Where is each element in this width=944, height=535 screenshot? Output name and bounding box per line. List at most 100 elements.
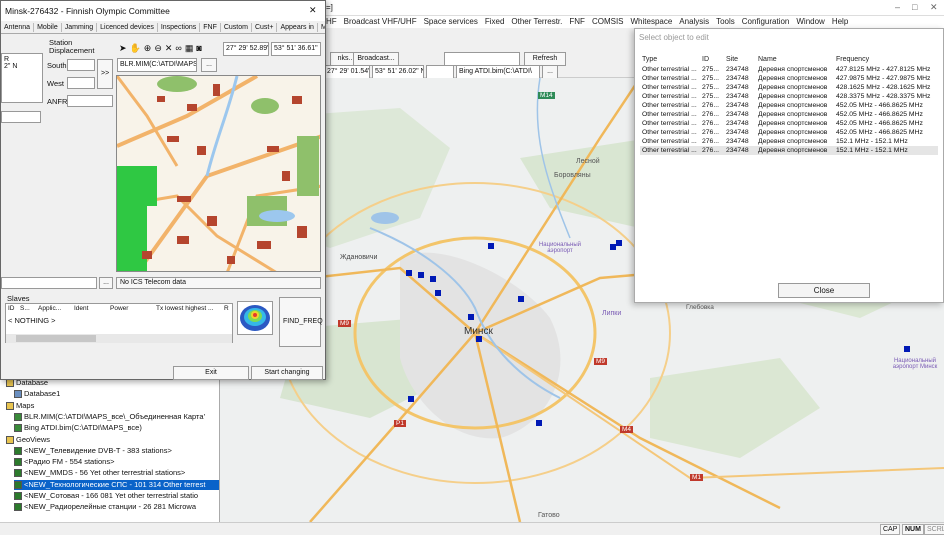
menu-item-10[interactable]: Configuration — [742, 17, 790, 26]
table-row[interactable]: Other terrestrial ... 276... 234748 Деревня… — [640, 101, 938, 110]
table-row[interactable]: Other terrestrial ... 276... 234748 Деревня… — [640, 137, 938, 146]
slaves-column-header[interactable]: S... — [20, 305, 30, 312]
ics-more-button[interactable]: ... — [99, 277, 113, 289]
exit-button[interactable]: Exit — [173, 366, 249, 380]
table-row[interactable]: Other terrestrial ... 276... 234748 Деревня… — [640, 110, 938, 119]
slaves-column-header[interactable]: ID — [8, 305, 15, 312]
menu-item-8[interactable]: Analysis — [679, 17, 709, 26]
station-marker[interactable] — [430, 276, 436, 282]
station-marker[interactable] — [518, 296, 524, 302]
anfr-input[interactable] — [67, 95, 113, 107]
tab-5[interactable]: FNF — [200, 23, 221, 32]
station-marker[interactable] — [408, 396, 414, 402]
slaves-column-header[interactable]: Ident — [74, 305, 88, 312]
tab-3[interactable]: Licenced devices — [97, 23, 158, 32]
tab-6[interactable]: Custom — [221, 23, 252, 32]
slaves-column-header[interactable]: Power — [110, 305, 128, 312]
menu-item-11[interactable]: Window — [796, 17, 824, 26]
tree-item[interactable]: GeoViews — [6, 435, 50, 445]
slaves-column-header[interactable]: Applic... — [38, 305, 61, 312]
column-header[interactable]: ID — [702, 56, 709, 63]
station-map-select[interactable]: BLR.MIM(C:\ATDI\MAPS — [117, 58, 197, 72]
camera-icon[interactable]: ◙ — [196, 43, 204, 53]
menu-item-9[interactable]: Tools — [716, 17, 735, 26]
menu-item-12[interactable]: Help — [832, 17, 848, 26]
grid-icon[interactable]: ▦ — [185, 43, 197, 53]
menu-item-2[interactable]: Space services — [424, 17, 478, 26]
map-more-button[interactable]: ... — [542, 65, 558, 79]
menu-item-5[interactable]: FNF — [569, 17, 585, 26]
close-icon[interactable]: ✕ — [930, 2, 938, 13]
tab-broadcast[interactable]: Broadcast... — [353, 52, 399, 66]
station-marker[interactable] — [488, 243, 494, 249]
station-marker[interactable] — [904, 346, 910, 352]
tree-item[interactable]: <NEW_Радиорелейные станции - 26 281 Micr… — [14, 502, 196, 512]
station-marker[interactable] — [616, 240, 622, 246]
table-row[interactable]: Other terrestrial ... 275... 234748 Деревня… — [640, 83, 938, 92]
find-freq-button[interactable]: FIND_FREQ — [279, 297, 323, 347]
slaves-column-header[interactable]: R — [224, 305, 229, 312]
menu-item-0[interactable]: HF — [326, 17, 337, 26]
tree-item[interactable]: <NEW_Телевидение DVB-T - 383 stations> — [14, 446, 172, 456]
table-row[interactable]: Other terrestrial ... 276... 234748 Деревня… — [640, 128, 938, 137]
slaves-scrollbar[interactable] — [6, 334, 232, 343]
station-marker[interactable] — [418, 272, 424, 278]
hand-icon[interactable]: ✋ — [130, 43, 144, 53]
shift-button[interactable]: >> — [97, 59, 113, 89]
table-row[interactable]: Other terrestrial ... 276... 234748 Деревня… — [640, 119, 938, 128]
tree-item[interactable]: Bing ATDI.bim(C:\ATDI\MAPS_все) — [14, 423, 142, 433]
menu-item-6[interactable]: COMSIS — [592, 17, 624, 26]
tab-9[interactable]: Moni — [318, 23, 325, 32]
tab-7[interactable]: Cust+ — [252, 23, 278, 32]
menu-item-7[interactable]: Whitespace — [631, 17, 673, 26]
map-source-select[interactable]: Bing ATDI.bim(C:\ATDI\ — [456, 65, 540, 79]
pointer-icon[interactable]: ➤ — [119, 43, 130, 53]
table-row[interactable]: Other terrestrial ... 276... 234748 Деревня… — [640, 146, 938, 155]
slaves-column-header[interactable]: Tx lowest highest ... — [156, 305, 213, 312]
close-button[interactable]: Close — [778, 283, 870, 298]
station-marker[interactable] — [406, 270, 412, 276]
close-icon[interactable]: ✕ — [309, 5, 317, 16]
column-header[interactable]: Site — [726, 56, 738, 63]
tree-item[interactable]: BLR.MIM(C:\ATDI\MAPS_все\_Объединенная К… — [14, 412, 205, 422]
start-changing-button[interactable]: Start changing — [251, 366, 323, 380]
menu-item-1[interactable]: Broadcast VHF/UHF — [344, 17, 417, 26]
zoom-pan-icon[interactable]: ⊕ — [144, 43, 155, 53]
column-header[interactable]: Name — [758, 56, 777, 63]
tree-item[interactable]: <NEW_Технологические СПС - 101 314 Other… — [14, 479, 219, 490]
station-marker[interactable] — [476, 336, 482, 342]
station-map-more[interactable]: ... — [201, 58, 217, 72]
menu-item-3[interactable]: Fixed — [485, 17, 505, 26]
tree-item[interactable]: Maps — [6, 401, 34, 411]
table-row[interactable]: Other terrestrial ... 275... 234748 Деревня… — [640, 65, 938, 74]
station-marker[interactable] — [468, 314, 474, 320]
tab-0[interactable]: Antenna — [1, 23, 35, 32]
tab-2[interactable]: Jamming — [62, 23, 98, 32]
table-row[interactable]: Other terrestrial ... 275... 234748 Деревня… — [640, 92, 938, 101]
left-dropdown[interactable] — [1, 111, 41, 123]
minimize-icon[interactable]: – — [895, 2, 900, 12]
tab-1[interactable]: Mobile — [34, 23, 62, 32]
west-input[interactable] — [67, 77, 95, 89]
fit-icon[interactable]: ✕ — [165, 43, 176, 53]
south-input[interactable] — [67, 59, 95, 71]
refresh-button[interactable]: Refresh — [524, 52, 566, 66]
table-cell: Other terrestrial ... — [642, 138, 697, 145]
tree-item[interactable]: <NEW_MMDS - 56 Yet other terrestrial sta… — [14, 468, 185, 478]
tree-item[interactable]: <Радио FM - 554 stations> — [14, 457, 114, 467]
tree-item[interactable]: Database1 — [14, 389, 60, 399]
table-row[interactable]: Other terrestrial ... 275... 234748 Деревня… — [640, 74, 938, 83]
station-marker[interactable] — [435, 290, 441, 296]
menu-item-4[interactable]: Other Terrestr. — [511, 17, 562, 26]
tab-4[interactable]: Inspections — [158, 23, 201, 32]
station-marker[interactable] — [536, 420, 542, 426]
toolbar-dropdown[interactable] — [444, 52, 520, 66]
column-header[interactable]: Frequency — [836, 56, 869, 63]
maximize-icon[interactable]: □ — [912, 2, 917, 12]
binoculars-icon[interactable]: ∞ — [175, 43, 184, 53]
column-header[interactable]: Type — [642, 56, 657, 63]
tab-8[interactable]: Appears in — [277, 23, 318, 32]
tree-item[interactable]: <NEW_Сотовая - 166 081 Yet other terrest… — [14, 491, 198, 501]
station-map[interactable] — [116, 75, 321, 272]
zoom-icon[interactable]: ⊖ — [154, 43, 165, 53]
